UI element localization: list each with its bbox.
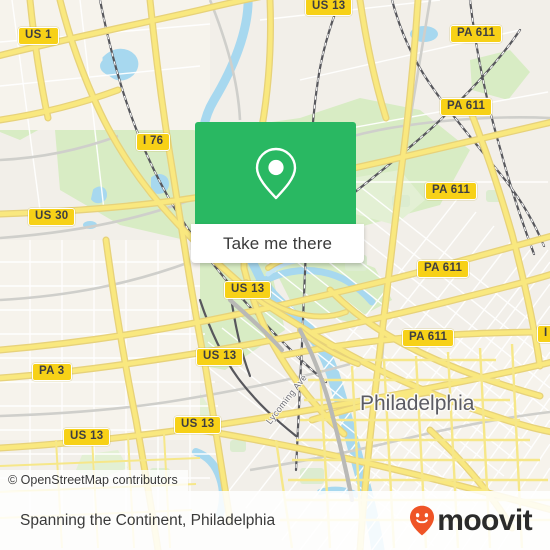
map-vector-layer bbox=[0, 0, 550, 550]
bottom-info-bar: Spanning the Continent, Philadelphia moo… bbox=[0, 491, 550, 550]
map-canvas[interactable]: Philadelphia Lycoming Ave US 1 US 13 PA … bbox=[0, 0, 550, 550]
moovit-wordmark: moovit bbox=[437, 503, 532, 537]
place-title: Spanning the Continent, Philadelphia bbox=[20, 511, 276, 529]
map-pin-icon bbox=[255, 147, 296, 199]
take-me-there-button[interactable]: Take me there bbox=[191, 224, 364, 263]
moovit-pin-icon bbox=[410, 505, 435, 536]
callout-image-panel bbox=[195, 122, 356, 224]
take-me-there-label: Take me there bbox=[222, 233, 333, 253]
screenshot-root: Philadelphia Lycoming Ave US 1 US 13 PA … bbox=[0, 0, 550, 550]
destination-callout-card: Take me there bbox=[191, 122, 364, 263]
moovit-brand[interactable]: moovit bbox=[409, 503, 533, 537]
map-attribution[interactable]: © OpenStreetMap contributors bbox=[0, 470, 188, 491]
